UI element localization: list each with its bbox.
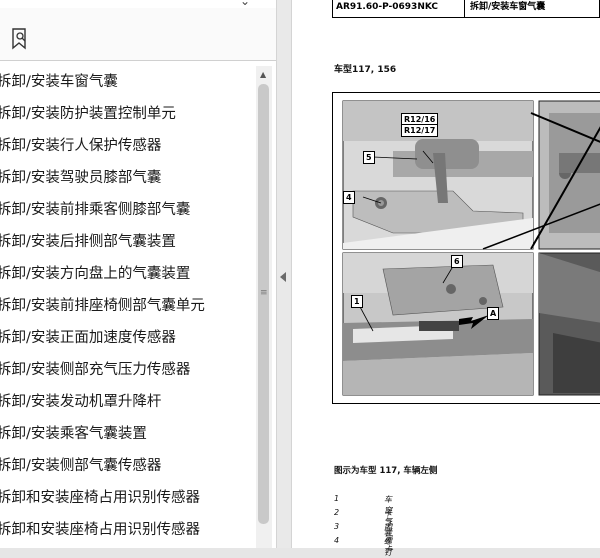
document-page: AR91.60-P-0693NKC 拆卸/安装车窗气囊 车型117, 156 R…: [292, 0, 600, 557]
bookmark-item[interactable]: 拆卸/安装前排乘客侧膝部气囊: [0, 194, 256, 226]
callout-r12-17: R12/17: [401, 124, 439, 137]
callout-4: 4: [343, 191, 355, 204]
bookmark-scrollbar[interactable]: ▲: [256, 66, 272, 548]
bookmark-toolbar: [0, 8, 276, 61]
panel-top-edge: [0, 0, 276, 8]
photo-bottom-left: [342, 252, 534, 396]
panel-options-chevron-icon[interactable]: ⌄: [240, 0, 250, 8]
document-code: AR91.60-P-0693NKC: [333, 0, 465, 17]
callout-a: A: [487, 307, 500, 320]
bookmark-search-icon[interactable]: [10, 28, 30, 50]
panel-splitter[interactable]: [276, 0, 292, 548]
bookmark-item[interactable]: 拆卸/安装防护装置控制单元: [0, 98, 256, 130]
illustration-drawing: [342, 100, 600, 396]
bookmark-item[interactable]: 拆卸/安装乘客气囊装置: [0, 418, 256, 450]
bookmark-item[interactable]: 拆卸/安装正面加速度传感器: [0, 322, 256, 354]
bookmark-item[interactable]: 拆卸/安装行人保护传感器: [0, 130, 256, 162]
document-title: 拆卸/安装车窗气囊: [470, 2, 546, 12]
bookmark-list: 拆卸/安装车窗气囊 拆卸/安装防护装置控制单元 拆卸/安装行人保护传感器 拆卸/…: [0, 66, 256, 548]
bookmark-item[interactable]: 拆卸/安装方向盘上的气囊装置: [0, 258, 256, 290]
bookmark-item[interactable]: 拆卸和安装座椅占用识别传感器: [0, 482, 256, 514]
resize-grip-icon[interactable]: ≡: [260, 288, 268, 298]
bookmark-item[interactable]: 拆卸/安装侧部充气压力传感器: [0, 354, 256, 386]
callout-6: 6: [451, 255, 463, 268]
repair-illustration: R12/16 R12/17 5 4 6 1 A: [332, 92, 600, 404]
scroll-up-arrow-icon[interactable]: ▲: [260, 70, 266, 79]
photo-bottom-right: [538, 252, 600, 396]
collapse-panel-arrow-icon[interactable]: [280, 272, 286, 282]
figure-caption: 图示为车型 117, 车辆左侧: [334, 466, 438, 476]
document-header-table: AR91.60-P-0693NKC 拆卸/安装车窗气囊: [332, 0, 600, 18]
bookmark-item[interactable]: 拆卸/安装驾驶员膝部气囊: [0, 162, 256, 194]
bookmark-item[interactable]: 拆卸和安装座椅占用识别传感器: [0, 514, 256, 546]
bookmark-item[interactable]: 拆卸/安装侧部气囊传感器: [0, 450, 256, 482]
bookmark-item[interactable]: 拆卸/安装前排座椅侧部气囊单元: [0, 290, 256, 322]
scrollbar-thumb[interactable]: [258, 84, 269, 524]
photo-top-right: [538, 100, 600, 250]
callout-5: 5: [363, 151, 375, 164]
bookmark-item[interactable]: 拆卸/安装后排侧部气囊装置: [0, 226, 256, 258]
bookmark-item[interactable]: 拆卸/安装发动机罩升降杆: [0, 386, 256, 418]
callout-1: 1: [351, 295, 363, 308]
vehicle-model-label: 车型117, 156: [334, 65, 397, 75]
bookmark-item[interactable]: 拆卸/安装车窗气囊: [0, 66, 256, 98]
bookmark-panel: ⌄ 拆卸/安装车窗气囊 拆卸/安装防护装置控制单元 拆卸/安装行人保护传感器 拆…: [0, 0, 276, 548]
